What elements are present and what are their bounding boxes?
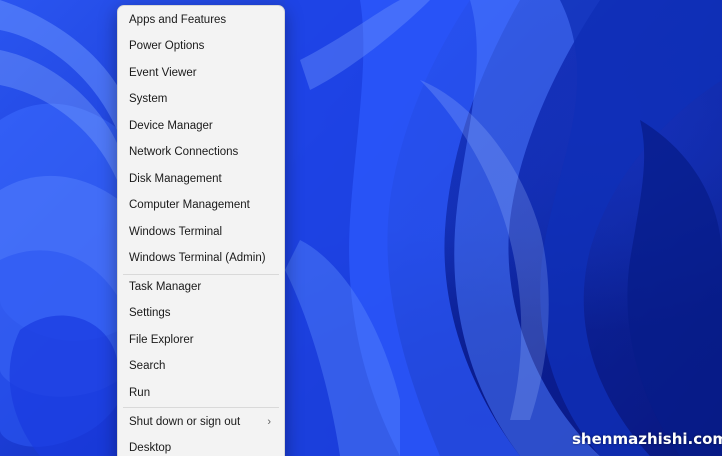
- menu-item-label: Disk Management: [129, 173, 222, 185]
- menu-item-run[interactable]: Run: [123, 381, 279, 405]
- menu-item-system[interactable]: System: [123, 87, 279, 111]
- menu-item-shut-down-or-sign-out[interactable]: Shut down or sign out ›: [123, 410, 279, 434]
- menu-item-label: Power Options: [129, 40, 205, 52]
- menu-item-label: Settings: [129, 307, 171, 319]
- context-menu: Apps and Features Power Options Event Vi…: [117, 5, 285, 456]
- menu-item-label: File Explorer: [129, 334, 194, 346]
- menu-item-label: Desktop: [129, 442, 172, 454]
- menu-item-event-viewer[interactable]: Event Viewer: [123, 61, 279, 85]
- menu-item-network-connections[interactable]: Network Connections: [123, 140, 279, 164]
- menu-item-disk-management[interactable]: Disk Management: [123, 167, 279, 191]
- menu-item-label: System: [129, 93, 168, 105]
- menu-item-windows-terminal-admin[interactable]: Windows Terminal (Admin): [123, 246, 279, 270]
- menu-item-label: Windows Terminal (Admin): [129, 252, 266, 264]
- menu-item-file-explorer[interactable]: File Explorer: [123, 328, 279, 352]
- menu-item-desktop[interactable]: Desktop: [123, 436, 279, 456]
- menu-item-computer-management[interactable]: Computer Management: [123, 193, 279, 217]
- menu-item-apps-and-features[interactable]: Apps and Features: [123, 8, 279, 32]
- menu-item-label: Search: [129, 360, 166, 372]
- watermark: shenmazhishi.com: [572, 430, 722, 448]
- menu-item-windows-terminal[interactable]: Windows Terminal: [123, 220, 279, 244]
- menu-item-label: Apps and Features: [129, 14, 227, 26]
- menu-item-label: Device Manager: [129, 120, 213, 132]
- menu-item-power-options[interactable]: Power Options: [123, 34, 279, 58]
- menu-item-label: Run: [129, 387, 151, 399]
- menu-item-settings[interactable]: Settings: [123, 301, 279, 325]
- menu-item-label: Windows Terminal: [129, 226, 223, 238]
- menu-item-search[interactable]: Search: [123, 354, 279, 378]
- menu-item-label: Computer Management: [129, 199, 250, 211]
- menu-item-label: Network Connections: [129, 146, 239, 158]
- menu-item-label: Shut down or sign out: [129, 416, 241, 428]
- menu-item-label: Event Viewer: [129, 67, 197, 79]
- menu-item-device-manager[interactable]: Device Manager: [123, 114, 279, 138]
- menu-separator: [123, 407, 279, 408]
- chevron-right-icon: ›: [267, 416, 271, 428]
- desktop[interactable]: Apps and Features Power Options Event Vi…: [0, 0, 722, 456]
- wallpaper: [0, 0, 722, 456]
- menu-item-task-manager[interactable]: Task Manager: [123, 275, 279, 299]
- menu-item-label: Task Manager: [129, 281, 202, 293]
